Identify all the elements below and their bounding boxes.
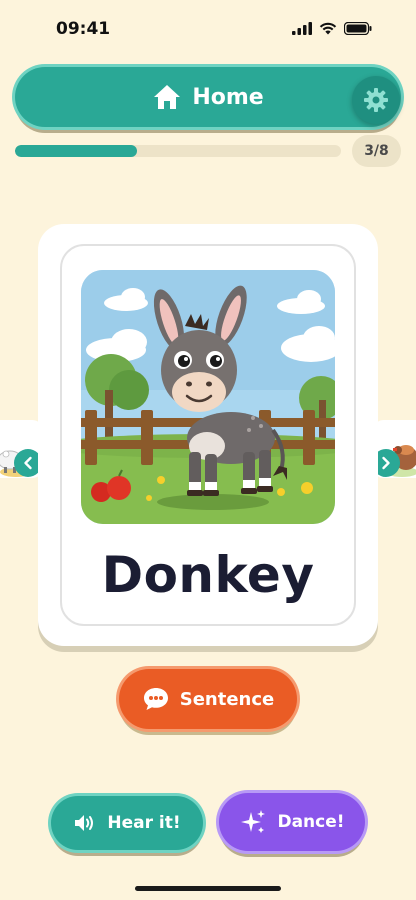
home-indicator [135, 886, 281, 891]
status-time: 09:41 [56, 19, 111, 39]
flashcard-word: Donkey [101, 546, 315, 604]
wifi-icon [319, 22, 337, 35]
chevron-left-icon [24, 456, 32, 470]
gear-icon [364, 88, 388, 112]
settings-button[interactable] [352, 76, 400, 124]
flashcard[interactable]: Donkey [38, 224, 378, 646]
flashcard-inner: Donkey [60, 244, 356, 626]
flashcard-screen: 09:41 Home 3/8 Donkey Sentence Hear it! … [0, 0, 416, 900]
dance-button[interactable]: Dance! [219, 793, 365, 851]
status-icons [292, 22, 372, 35]
status-bar: 09:41 [0, 0, 416, 56]
cellular-signal-icon [292, 22, 312, 35]
hear-it-button[interactable]: Hear it! [51, 796, 203, 850]
progress-fill [15, 145, 138, 157]
dance-button-label: Dance! [277, 812, 345, 832]
sentence-button[interactable]: Sentence [119, 669, 297, 729]
progress-bar [15, 145, 341, 157]
chevron-right-icon [382, 456, 390, 470]
sentence-button-label: Sentence [179, 688, 275, 710]
speaker-icon [75, 815, 94, 831]
battery-icon [344, 22, 372, 35]
home-icon [154, 85, 181, 109]
hear-it-button-label: Hear it! [107, 813, 181, 833]
home-button[interactable]: Home [15, 67, 401, 127]
speech-bubble-icon [143, 688, 168, 710]
home-button-label: Home [192, 84, 264, 110]
donkey-illustration [81, 270, 335, 524]
progress-counter: 3/8 [352, 135, 401, 167]
sparkles-icon [241, 810, 266, 833]
